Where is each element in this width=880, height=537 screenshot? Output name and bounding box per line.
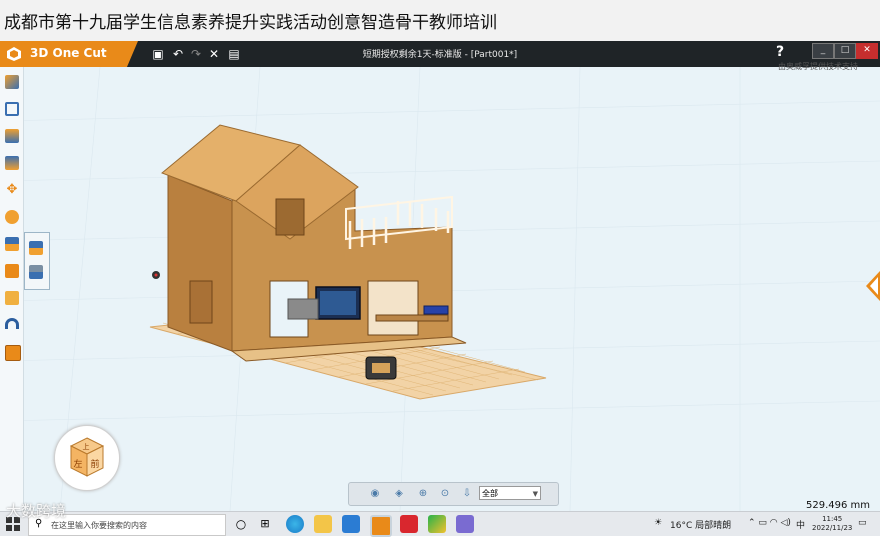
- support-text: 由奥威孚提供技术支持: [778, 62, 858, 71]
- document-title: 短期授权剩余1天-标准版 - [Part001*]: [362, 50, 518, 60]
- redo-icon[interactable]: ↷: [188, 45, 204, 63]
- close-button[interactable]: ✕: [856, 43, 878, 59]
- app-window: 3D One Cut ▣ ↶ ↷ ✕ ▤ 短期授权剩余1天-标准版 - [Par…: [0, 41, 880, 511]
- slide-title-bar: 成都市第十九届学生信息素养提升实践活动创意智造骨干教师培训: [0, 0, 880, 41]
- help-button[interactable]: ?: [776, 44, 784, 60]
- view-mode-icon[interactable]: ◈: [393, 488, 405, 500]
- magnet-icon[interactable]: [5, 318, 19, 329]
- delete-icon[interactable]: ✕: [206, 45, 222, 63]
- filter-select-value: 全部: [482, 489, 498, 498]
- edge-browser-icon[interactable]: [286, 515, 304, 533]
- weather-text[interactable]: 16°C 局部晴朗: [670, 518, 731, 531]
- app-name: 3D One Cut: [30, 46, 107, 60]
- move-icon[interactable]: ✥: [5, 183, 19, 197]
- transform-icon[interactable]: [5, 210, 19, 224]
- notification-icon[interactable]: ▭: [858, 518, 867, 528]
- origin-marker: [152, 271, 160, 279]
- material-icon[interactable]: [5, 291, 19, 305]
- filter-select[interactable]: 全部 ▼: [479, 486, 541, 500]
- windows-taskbar: ⚲ 在这里输入你要搜索的内容 ○ ⊞ ☀ 16°C 局部晴朗 ⌃ ▭ ◠ ◁) …: [0, 511, 880, 537]
- cube-face-front[interactable]: 前: [90, 458, 99, 470]
- minimize-button[interactable]: _: [812, 43, 834, 59]
- app-icon[interactable]: [456, 515, 474, 533]
- shape-icon[interactable]: [5, 102, 19, 116]
- viewport-canvas[interactable]: [0, 41, 880, 511]
- app-titlebar: 3D One Cut ▣ ↶ ↷ ✕ ▤ 短期授权剩余1天-标准版 - [Par…: [0, 41, 880, 67]
- panel-icon[interactable]: [5, 345, 21, 361]
- slide-title: 成都市第十九届学生信息素养提升实践活动创意智造骨干教师培训: [4, 13, 497, 33]
- app-logo[interactable]: 3D One Cut: [0, 41, 138, 67]
- layers-icon[interactable]: [5, 129, 19, 143]
- stack-icon[interactable]: [5, 156, 19, 170]
- sub-toolbar: [24, 232, 50, 290]
- media-player-icon[interactable]: [428, 515, 446, 533]
- wps-icon[interactable]: [400, 515, 418, 533]
- chevron-down-icon: ▼: [532, 490, 538, 498]
- system-tray-icons[interactable]: ⌃ ▭ ◠ ◁): [748, 518, 791, 528]
- cube-logo-icon: [7, 47, 21, 61]
- view-cube-icon: 上 左 前: [69, 437, 105, 477]
- search-placeholder: 在这里输入你要搜索的内容: [51, 521, 147, 530]
- cube-face-top[interactable]: 上: [83, 442, 90, 451]
- search-view-icon[interactable]: ⊙: [439, 488, 451, 500]
- watermark: 大数跨境: [6, 502, 67, 520]
- undo-icon[interactable]: ↶: [170, 45, 186, 63]
- weather-icon[interactable]: ☀: [654, 518, 662, 528]
- clock-time: 11:45: [822, 515, 843, 523]
- restore-button[interactable]: □: [834, 43, 856, 59]
- left-toolbar: ✥: [0, 67, 24, 511]
- ime-indicator[interactable]: 中: [796, 518, 805, 531]
- measurement-readout: 529.496 mm: [806, 500, 871, 511]
- assembly-sub-icon[interactable]: [29, 241, 43, 255]
- task-view-icon[interactable]: ○: [232, 515, 250, 533]
- mail-icon[interactable]: [342, 515, 360, 533]
- expand-panel-arrow-icon[interactable]: [862, 271, 880, 301]
- assembly-icon[interactable]: [5, 237, 19, 251]
- sketch-icon[interactable]: [5, 75, 19, 89]
- view-cube[interactable]: 上 左 前: [54, 425, 120, 491]
- house-model[interactable]: [161, 124, 467, 380]
- box-icon[interactable]: [5, 264, 19, 278]
- view-toolbar: ◉ ◈ ⊕ ⊙ ⇩ 全部 ▼: [348, 482, 559, 506]
- zoom-icon[interactable]: ⊕: [417, 488, 429, 500]
- cube-face-left[interactable]: 左: [73, 458, 82, 470]
- 3d-one-cut-app-icon[interactable]: [370, 515, 392, 537]
- save-icon[interactable]: ▣: [150, 45, 166, 63]
- download-icon[interactable]: ⇩: [461, 488, 473, 500]
- export-sub-icon[interactable]: [29, 265, 43, 279]
- widgets-icon[interactable]: ⊞: [256, 515, 274, 533]
- properties-icon[interactable]: ▤: [226, 45, 242, 63]
- eye-icon[interactable]: ◉: [369, 488, 381, 500]
- clock[interactable]: 11:45 2022/11/23: [812, 515, 852, 533]
- clock-date: 2022/11/23: [812, 524, 853, 532]
- file-explorer-icon[interactable]: [314, 515, 332, 533]
